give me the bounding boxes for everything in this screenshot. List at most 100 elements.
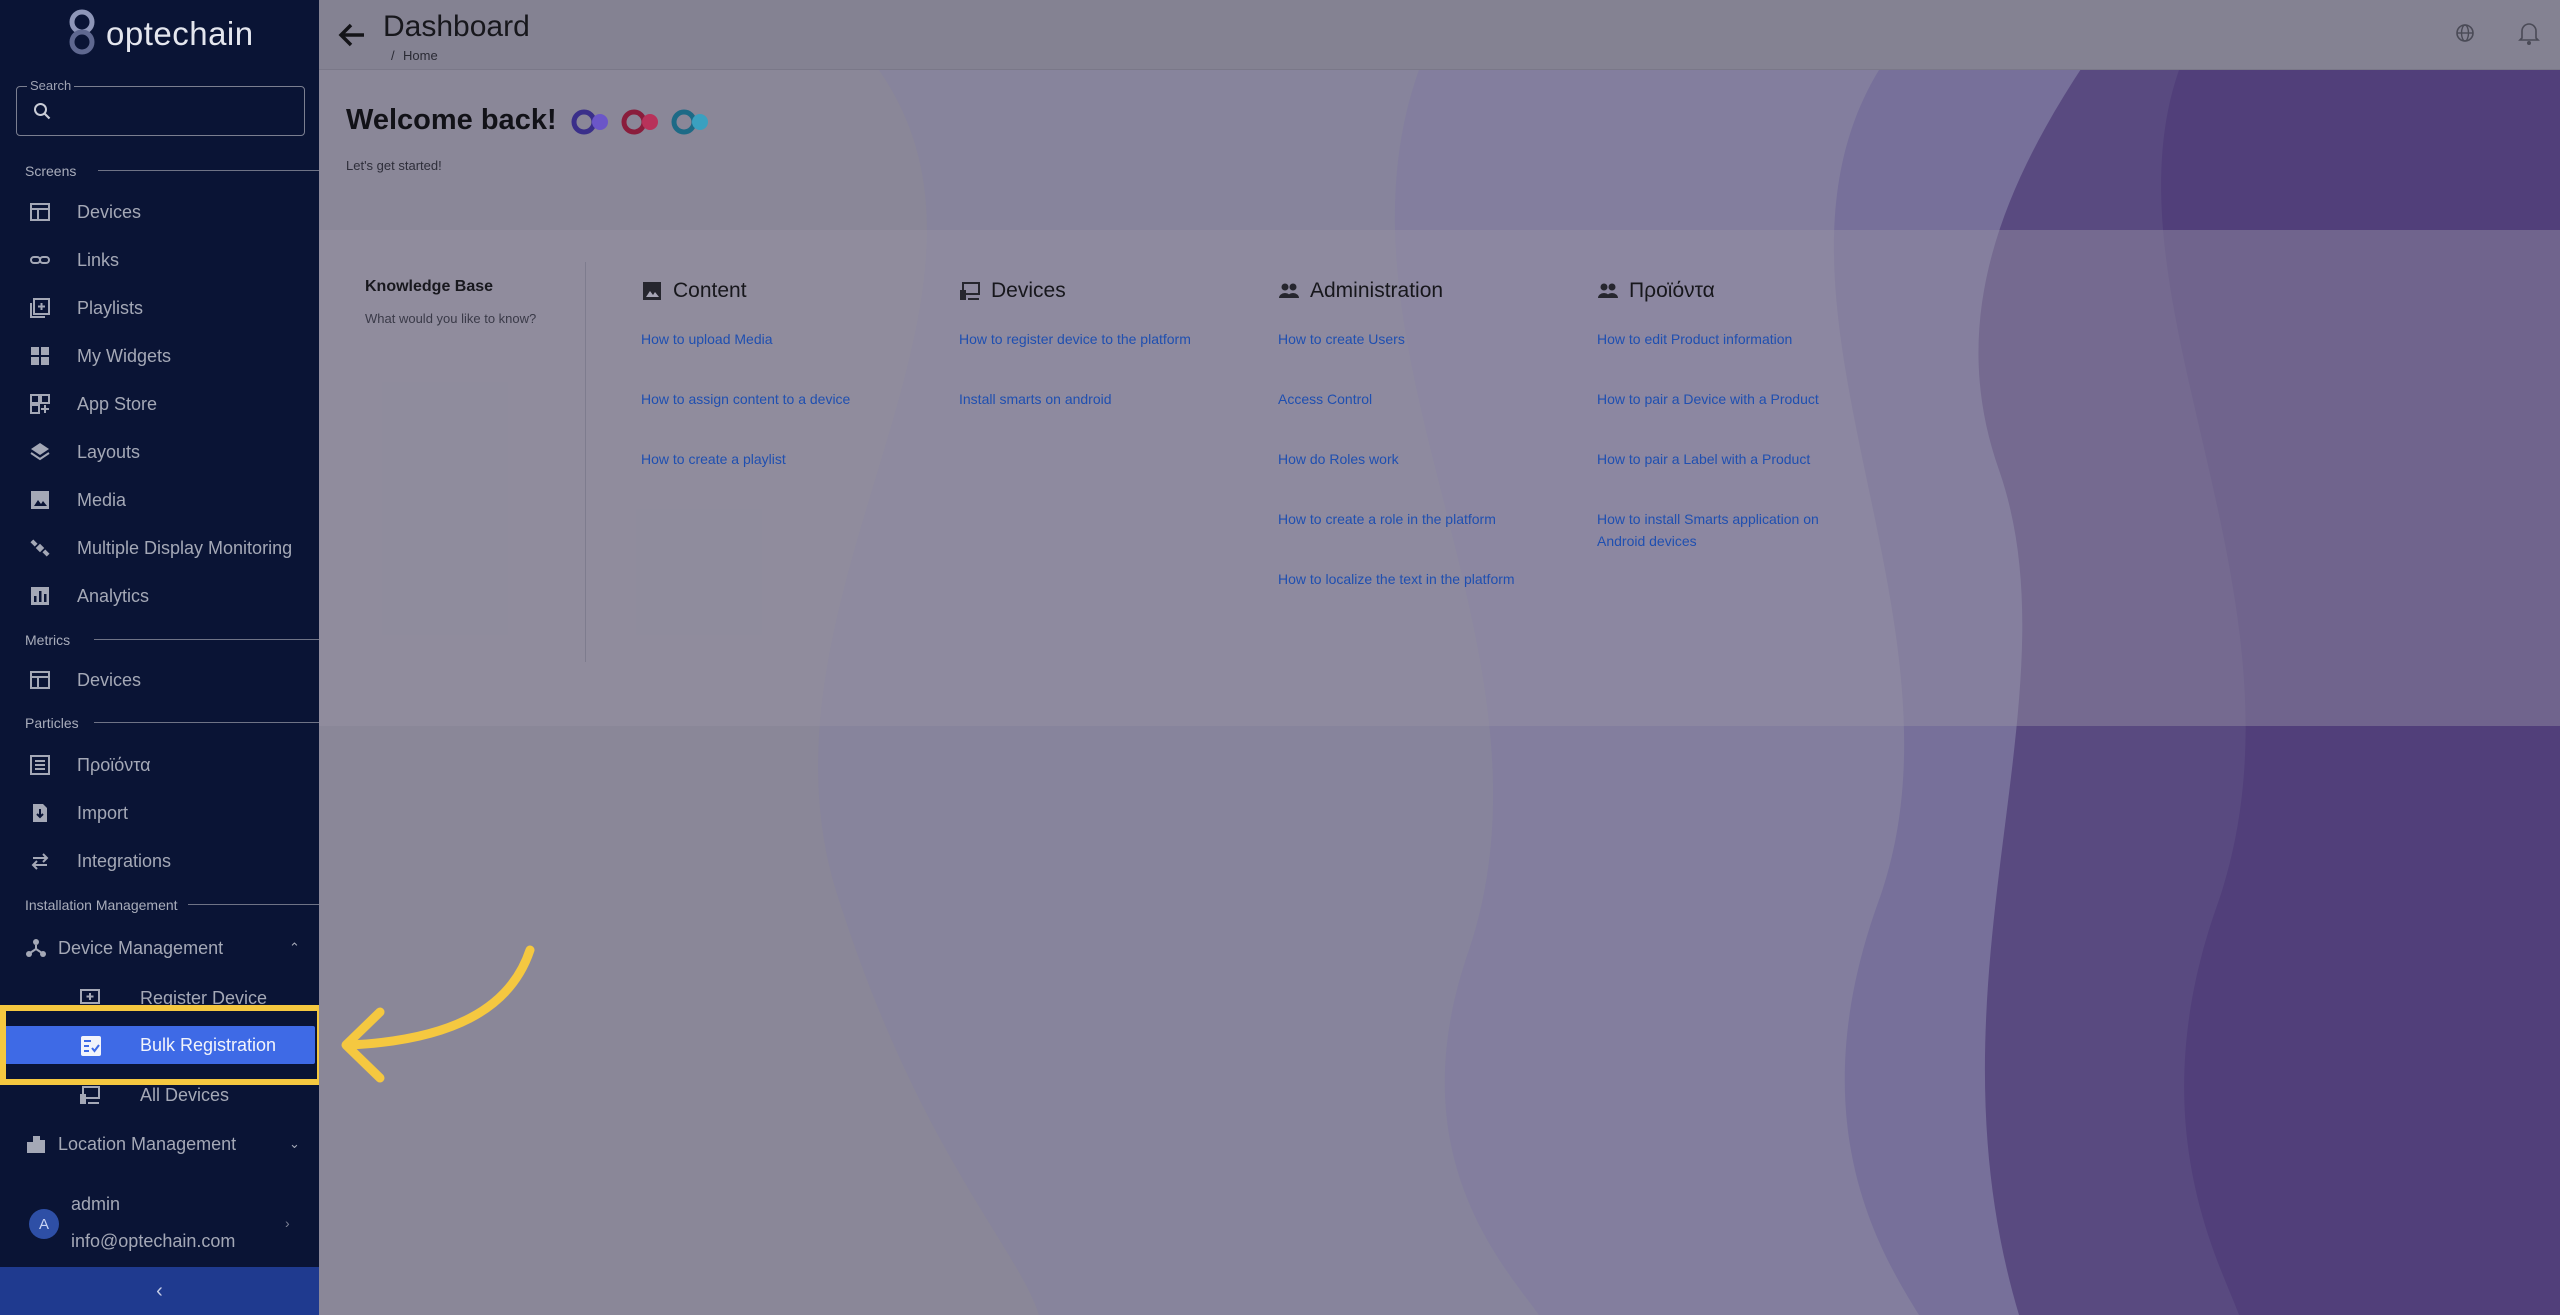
kb-link[interactable]: How to create Users: [1278, 328, 1538, 350]
kb-link[interactable]: How to install Smarts application on And…: [1597, 508, 1857, 552]
sidebar-item-media[interactable]: Media: [0, 478, 319, 522]
sidebar-item-analytics[interactable]: Analytics: [0, 574, 319, 618]
knowledge-base-panel: Knowledge Base What would you like to kn…: [319, 230, 2560, 726]
devices-icon: [80, 1086, 100, 1104]
location-city-icon: [27, 1136, 45, 1153]
user-name: admin: [71, 1194, 121, 1214]
brand-name: optechain: [106, 15, 254, 52]
search-legend: Search: [27, 78, 75, 93]
connect-app-icon: [671, 109, 708, 135]
kb-link[interactable]: How to upload Media: [641, 328, 901, 350]
sidebar-item-label: All Devices: [140, 1084, 230, 1105]
app-store-icon: [30, 394, 50, 414]
import-icon: [33, 804, 47, 822]
sidebar-item-my-widgets[interactable]: My Widgets: [0, 334, 319, 378]
kb-link[interactable]: How to register device to the platform: [959, 328, 1219, 350]
sidebar-item-playlists[interactable]: Playlists: [0, 286, 319, 330]
annotation-arrow-icon: [341, 945, 535, 1083]
sidebar-item-links[interactable]: Links: [0, 238, 319, 282]
kb-column-header: Content: [641, 278, 941, 304]
kb-divider: [585, 262, 586, 662]
sidebar-item-label: Location Management: [58, 1133, 237, 1154]
sidebar-item-device-management[interactable]: Device Management ⌃: [0, 926, 319, 970]
kb-link[interactable]: How to create a role in the platform: [1278, 508, 1538, 530]
section-installation-management: Installation Management: [25, 897, 178, 913]
swap-icon: [31, 853, 49, 870]
sidebar-item-import[interactable]: Import: [0, 791, 319, 835]
welcome-title: Welcome back!: [346, 104, 557, 136]
sidebar-item-label: Import: [77, 802, 129, 823]
kb-link[interactable]: How to create a playlist: [641, 448, 901, 470]
avatar: A: [29, 1209, 59, 1239]
kb-column-content: Content How to upload Media How to assig…: [641, 278, 941, 470]
kb-column-header: Devices: [959, 278, 1259, 304]
sidebar-item-label: App Store: [77, 393, 158, 414]
sidebar-item-label: Links: [77, 249, 120, 270]
search-input[interactable]: [61, 97, 291, 125]
sidebar-item-multiple-display-monitoring[interactable]: Multiple Display Monitoring: [0, 526, 319, 570]
sidebar-item-app-store[interactable]: App Store: [0, 382, 319, 426]
kb-link[interactable]: Install smarts on android: [959, 388, 1219, 410]
sidebar-item-label: Multiple Display Monitoring: [77, 537, 293, 558]
kb-column-title: Administration: [1310, 279, 1444, 302]
notification-bell-icon[interactable]: [2517, 20, 2541, 46]
page-title: Dashboard: [383, 10, 530, 43]
user-profile[interactable]: A admin info@optechain.com ›: [0, 1187, 319, 1253]
chevron-down-icon: ⌄: [289, 1136, 300, 1151]
sidebar-item-label: Device Management: [58, 937, 224, 958]
sidebar-item-devices[interactable]: Devices: [0, 190, 319, 234]
arrow-back-icon[interactable]: [337, 20, 367, 50]
section-divider: [94, 639, 319, 640]
brand-logo[interactable]: optechain: [62, 8, 254, 60]
kb-column-title: Content: [673, 279, 747, 302]
optechain-logo-icon: [69, 9, 95, 55]
kb-link[interactable]: How to localize the text in the platform: [1278, 568, 1538, 590]
sidebar-item-integrations[interactable]: Integrations: [0, 839, 319, 883]
people-icon: [1279, 283, 1299, 298]
kb-link[interactable]: How to edit Product information: [1597, 328, 1857, 350]
sidebar-item-label: Integrations: [77, 850, 172, 871]
kb-column-devices: Devices How to register device to the pl…: [959, 278, 1259, 410]
sidebar-item-all-devices[interactable]: All Devices: [0, 1073, 319, 1117]
sidebar-item-metrics-devices[interactable]: Devices: [0, 658, 319, 702]
chevron-right-icon: ›: [285, 1215, 290, 1231]
user-email: info@optechain.com: [71, 1231, 236, 1251]
search-icon: [34, 103, 51, 120]
playlist-add-icon: [30, 298, 50, 318]
kb-link[interactable]: How do Roles work: [1278, 448, 1538, 470]
satellite-icon: [30, 539, 50, 557]
main-content: Dashboard / Home Welcome back! Let's get…: [319, 0, 2560, 1315]
kb-column-administration: Administration How to create Users Acces…: [1278, 278, 1578, 590]
sidebar-item-label: Media: [77, 489, 127, 510]
sidebar-item-label: Layouts: [77, 441, 141, 462]
image-icon: [643, 282, 661, 300]
breadcrumb-separator: /: [391, 48, 395, 63]
welcome-subtitle: Let's get started!: [346, 158, 442, 173]
sidebar-item-label: Devices: [77, 201, 142, 222]
sidebar-item-label: Προϊόντα: [77, 754, 151, 775]
kb-link[interactable]: How to pair a Label with a Product: [1597, 448, 1857, 470]
search-field[interactable]: Search: [16, 78, 305, 136]
analytics-icon: [31, 587, 49, 605]
kb-link[interactable]: How to assign content to a device: [641, 388, 901, 410]
table-icon: [30, 671, 50, 689]
media-app-icon: [621, 109, 658, 135]
sidebar-item-products[interactable]: Προϊόντα: [0, 743, 319, 787]
sidebar-item-location-management[interactable]: Location Management ⌄: [0, 1122, 319, 1166]
people-icon: [1598, 283, 1618, 298]
kb-link[interactable]: Access Control: [1278, 388, 1538, 410]
kb-link[interactable]: How to pair a Device with a Product: [1597, 388, 1857, 410]
top-bar: Dashboard / Home: [319, 0, 2560, 70]
layers-icon: [30, 443, 50, 461]
sidebar-item-layouts[interactable]: Layouts: [0, 430, 319, 474]
breadcrumb-home[interactable]: Home: [403, 48, 438, 63]
image-icon: [31, 491, 49, 509]
kb-column-header: Προϊόντα: [1597, 278, 1897, 304]
widgets-icon: [31, 347, 49, 365]
chevron-left-icon: ‹: [156, 1279, 163, 1302]
device-hub-icon: [26, 939, 46, 957]
kb-column-title: Προϊόντα: [1629, 279, 1715, 302]
kb-column-products: Προϊόντα How to edit Product information…: [1597, 278, 1897, 552]
globe-icon[interactable]: [2454, 22, 2476, 44]
collapse-sidebar-button[interactable]: ‹: [0, 1267, 319, 1315]
